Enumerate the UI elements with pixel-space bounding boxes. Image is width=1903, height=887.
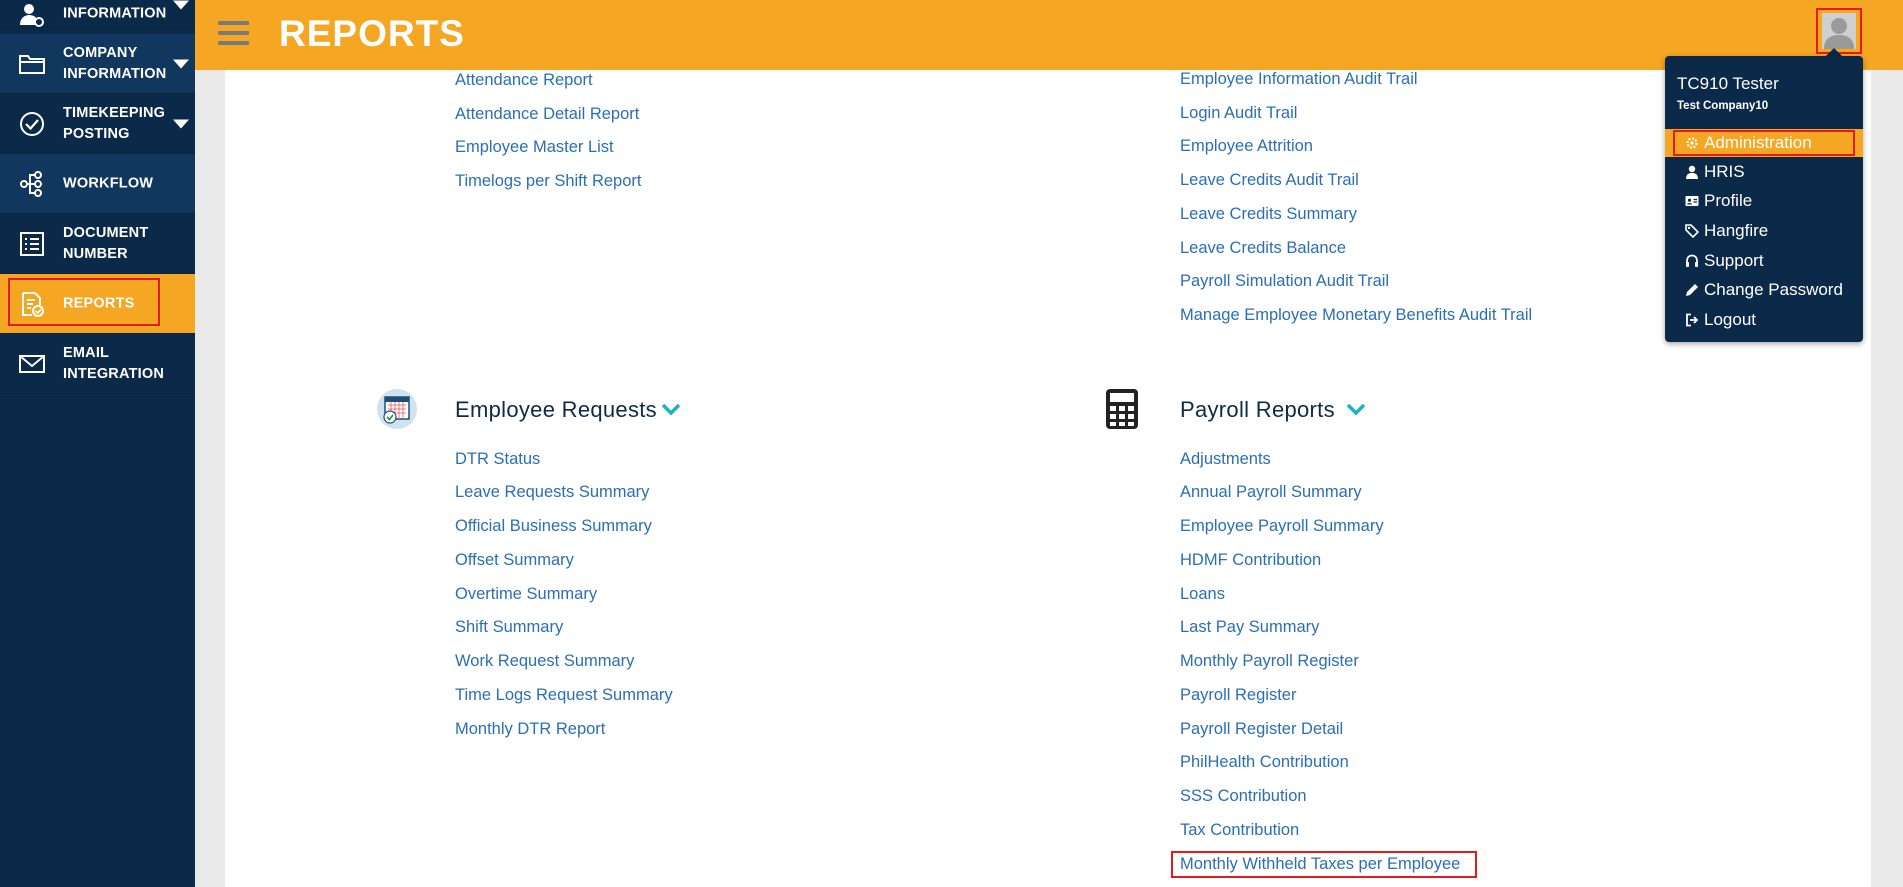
report-link[interactable]: Last Pay Summary — [1180, 618, 1319, 637]
logout-icon — [1686, 313, 1699, 327]
calendar-check-icon — [377, 389, 417, 429]
sidebar-item-email-integration[interactable]: EMAIL INTEGRATION — [0, 334, 195, 394]
chevron-down-icon — [173, 0, 189, 10]
report-link[interactable]: Work Request Summary — [455, 652, 634, 671]
report-link[interactable]: SSS Contribution — [1180, 787, 1307, 806]
chevron-down-icon[interactable] — [661, 403, 681, 417]
highlight-box — [1171, 851, 1477, 878]
top-header: REPORTS — [195, 0, 1903, 70]
chevron-down-icon — [173, 59, 189, 68]
report-link[interactable]: Official Business Summary — [455, 517, 652, 536]
sidebar-item-label: POSTING — [63, 125, 130, 142]
user-avatar-icon — [1824, 18, 1854, 49]
sidebar-item-label: EMAIL — [63, 344, 110, 361]
menu-item-change-password[interactable]: Change Password — [1665, 276, 1863, 304]
report-link[interactable]: Leave Credits Balance — [1180, 239, 1346, 258]
report-link[interactable]: DTR Status — [455, 450, 540, 469]
sidebar-item-label: COMPANY — [63, 44, 138, 61]
sidebar-item-employee-information[interactable]: INFORMATION — [0, 0, 195, 28]
sidebar-item-company-information[interactable]: COMPANY INFORMATION — [0, 34, 195, 94]
menu-item-support[interactable]: Support — [1665, 247, 1863, 275]
report-link[interactable]: Annual Payroll Summary — [1180, 483, 1362, 502]
report-link[interactable]: Payroll Register — [1180, 686, 1296, 705]
user-gear-icon — [20, 4, 44, 27]
report-link[interactable]: Leave Requests Summary — [455, 483, 649, 502]
section-title-employee-requests: Employee Requests — [455, 397, 657, 422]
sidebar-item-document-number[interactable]: DOCUMENT NUMBER — [0, 214, 195, 274]
highlight-box — [8, 278, 160, 326]
headset-icon — [1686, 254, 1698, 267]
user-dropdown-menu: TC910 Tester Test Company10 Administrati… — [1665, 56, 1863, 342]
list-icon — [20, 231, 44, 256]
company-name: Test Company10 — [1677, 100, 1769, 112]
menu-item-label: Hangfire — [1704, 221, 1769, 240]
check-circle-icon — [20, 111, 44, 136]
menu-item-hangfire[interactable]: Hangfire — [1665, 217, 1863, 245]
workflow-icon — [20, 170, 42, 197]
report-link[interactable]: Shift Summary — [455, 618, 563, 637]
report-link[interactable]: Employee Attrition — [1180, 137, 1313, 156]
report-link[interactable]: Employee Information Audit Trail — [1180, 70, 1418, 89]
menu-item-label: Support — [1704, 251, 1764, 270]
id-card-icon — [1685, 196, 1699, 206]
sidebar-item-workflow[interactable]: WORKFLOW — [0, 154, 195, 214]
sidebar-item-label: WORKFLOW — [63, 175, 154, 191]
report-link[interactable]: Time Logs Request Summary — [455, 686, 673, 705]
menu-item-hris[interactable]: HRIS — [1665, 158, 1863, 186]
menu-item-logout[interactable]: Logout — [1665, 306, 1863, 334]
report-link[interactable]: Attendance Report — [455, 71, 593, 90]
sidebar-item-label: NUMBER — [63, 245, 128, 262]
section-title-payroll-reports: Payroll Reports — [1180, 397, 1335, 422]
report-link[interactable]: Attendance Detail Report — [455, 105, 639, 124]
sidebar-item-timekeeping-posting[interactable]: TIMEKEEPING POSTING — [0, 94, 195, 154]
report-link[interactable]: HDMF Contribution — [1180, 551, 1321, 570]
report-link[interactable]: Leave Credits Audit Trail — [1180, 171, 1359, 190]
sidebar-item-label: INFORMATION — [63, 5, 167, 22]
report-link[interactable]: Adjustments — [1180, 450, 1271, 469]
report-link[interactable]: Monthly Payroll Register — [1180, 652, 1359, 671]
report-link[interactable]: Offset Summary — [455, 551, 574, 570]
report-link[interactable]: Leave Credits Summary — [1180, 205, 1357, 224]
sidebar-item-label: DOCUMENT — [63, 224, 149, 241]
reports-content-panel: Attendance Report Attendance Detail Repo… — [225, 70, 1871, 887]
sidebar-item-label: INFORMATION — [63, 65, 167, 82]
report-link[interactable]: Employee Master List — [455, 138, 614, 157]
report-link[interactable]: PhilHealth Contribution — [1180, 753, 1349, 772]
menu-item-label: HRIS — [1704, 162, 1745, 181]
sidebar: INFORMATION COMPANY INFORMATION TIMEKEEP… — [0, 0, 195, 887]
user-name: TC910 Tester — [1677, 74, 1779, 93]
report-link[interactable]: Loans — [1180, 585, 1225, 604]
user-icon — [1686, 165, 1698, 179]
pencil-icon — [1686, 284, 1698, 296]
chevron-down-icon[interactable] — [1346, 403, 1366, 417]
tags-icon — [1685, 224, 1699, 238]
page-title: REPORTS — [279, 13, 465, 54]
calculator-icon — [1106, 389, 1138, 429]
report-link[interactable]: Employee Payroll Summary — [1180, 517, 1384, 536]
sidebar-item-label: INTEGRATION — [63, 365, 165, 382]
report-link[interactable]: Monthly DTR Report — [455, 720, 605, 739]
folder-icon — [19, 54, 45, 74]
report-link[interactable]: Tax Contribution — [1180, 821, 1299, 840]
chevron-down-icon — [173, 119, 189, 128]
report-link[interactable]: Login Audit Trail — [1180, 104, 1297, 123]
menu-item-label: Profile — [1704, 191, 1753, 210]
menu-item-label: Change Password — [1704, 280, 1843, 299]
menu-item-label: Logout — [1704, 310, 1756, 329]
report-link[interactable]: Payroll Register Detail — [1180, 720, 1343, 739]
report-link[interactable]: Payroll Simulation Audit Trail — [1180, 272, 1389, 291]
hamburger-menu-icon[interactable] — [218, 21, 249, 49]
menu-item-profile[interactable]: Profile — [1665, 187, 1863, 215]
highlight-box — [1673, 130, 1855, 156]
envelope-icon — [19, 354, 45, 373]
report-link[interactable]: Timelogs per Shift Report — [455, 172, 641, 191]
report-link[interactable]: Manage Employee Monetary Benefits Audit … — [1180, 306, 1532, 325]
report-link[interactable]: Overtime Summary — [455, 585, 597, 604]
sidebar-item-label: TIMEKEEPING — [63, 104, 166, 121]
